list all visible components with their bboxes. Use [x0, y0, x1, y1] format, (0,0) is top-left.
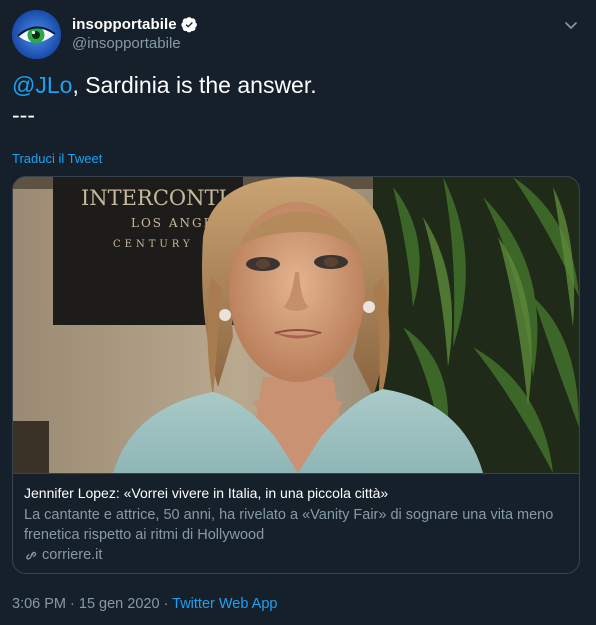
- footer-separator-1: ·: [66, 596, 79, 612]
- tweet-time[interactable]: 3:06 PM: [12, 596, 66, 612]
- user-names: insopportabile @insopportabile: [72, 14, 198, 52]
- tweet: insopportabile @insopportabile @JLo, Sar…: [0, 0, 596, 625]
- avatar[interactable]: [12, 10, 61, 59]
- card-title: Jennifer Lopez: «Vorrei vivere in Italia…: [24, 485, 389, 501]
- footer-separator-2: ·: [159, 596, 173, 612]
- tweet-footer: 3:06 PM · 15 gen 2020 · Twitter Web App: [12, 596, 277, 612]
- tweet-header: insopportabile @insopportabile: [12, 10, 584, 60]
- card-body: Jennifer Lopez: «Vorrei vivere in Italia…: [13, 474, 579, 573]
- sign-line-2: LOS ANGE: [131, 216, 214, 230]
- card-domain: corriere.it: [42, 547, 103, 563]
- display-name[interactable]: insopportabile: [72, 16, 177, 33]
- source-app-link[interactable]: Twitter Web App: [172, 596, 277, 612]
- sign-line-1: INTERCONTI: [81, 186, 227, 210]
- card-image: INTERCONTI LOS ANGE CENTURY: [13, 177, 579, 474]
- sign-line-3: CENTURY: [113, 239, 194, 250]
- tweet-text-line-2: ---: [12, 102, 35, 128]
- card-domain-row: corriere.it: [24, 547, 568, 563]
- translate-tweet-link[interactable]: Traduci il Tweet: [12, 151, 102, 166]
- tweet-text: @JLo, Sardinia is the answer. ---: [12, 70, 584, 130]
- card-description: La cantante e attrice, 50 anni, ha rivel…: [24, 507, 554, 543]
- link-card[interactable]: INTERCONTI LOS ANGE CENTURY Jennifer Lop…: [12, 176, 580, 574]
- mention-link[interactable]: @JLo: [12, 72, 72, 98]
- tweet-text-rest: , Sardinia is the answer.: [72, 72, 317, 98]
- link-icon: [24, 548, 39, 563]
- tweet-date[interactable]: 15 gen 2020: [79, 596, 160, 612]
- chevron-down-icon[interactable]: [562, 16, 580, 34]
- display-name-row: insopportabile: [72, 14, 198, 34]
- verified-badge-icon: [181, 16, 198, 33]
- tweet-text-line-1: @JLo, Sardinia is the answer.: [12, 70, 584, 100]
- user-handle[interactable]: @insopportabile: [72, 35, 198, 52]
